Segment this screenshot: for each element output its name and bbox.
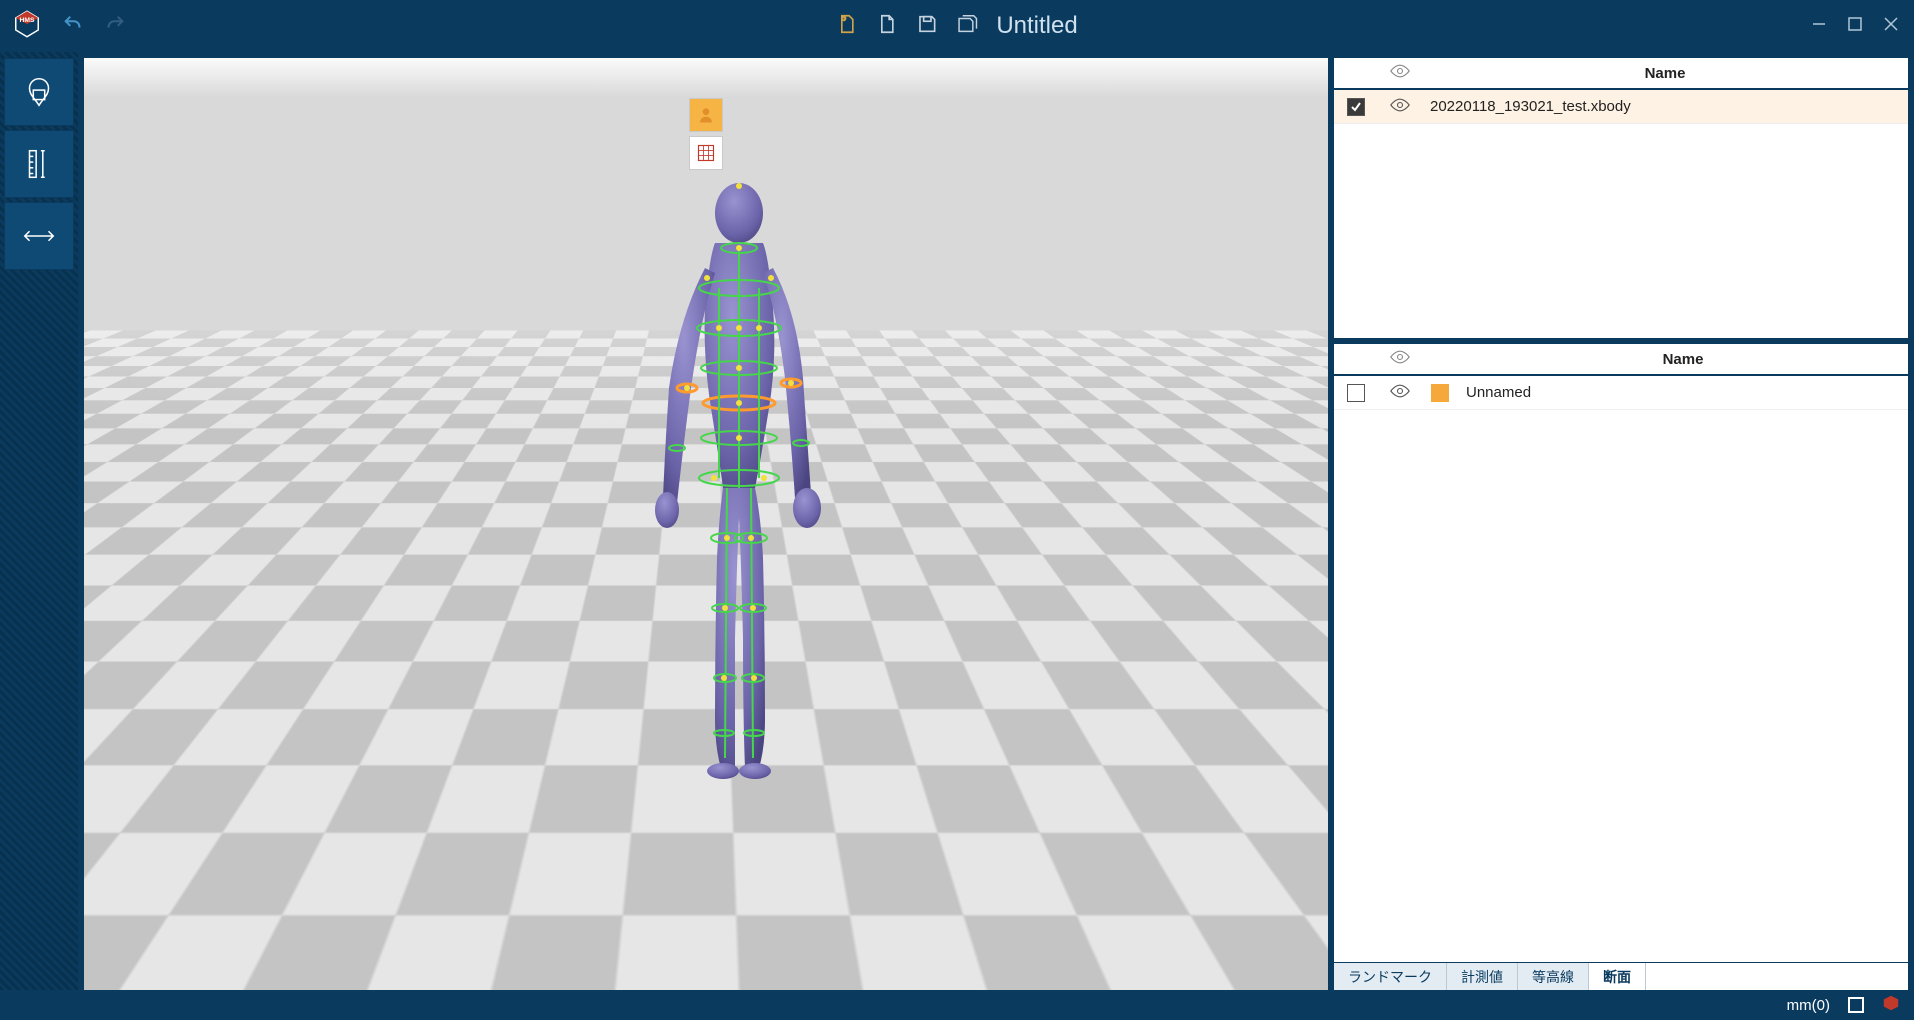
open-file-icon[interactable] [876, 13, 898, 40]
status-bar: mm(0) [0, 990, 1914, 1020]
row-checkbox[interactable] [1347, 98, 1365, 116]
titlebar: HMS + Untitled [0, 0, 1914, 52]
svg-text:HMS: HMS [20, 16, 35, 23]
section-list-panel: Name Unnamed ランドマーク 計測値 等高線 断面 [1334, 344, 1908, 990]
body-list-row[interactable]: 20220118_193021_test.xbody [1334, 90, 1908, 124]
tab-section[interactable]: 断面 [1589, 963, 1646, 990]
section-list-row[interactable]: Unnamed [1334, 376, 1908, 410]
row-checkbox[interactable] [1347, 384, 1365, 402]
document-title: Untitled [996, 12, 1077, 40]
row-name: Unnamed [1458, 384, 1908, 401]
undo-icon[interactable] [62, 13, 84, 40]
panel-tabs: ランドマーク 計測値 等高線 断面 [1334, 962, 1908, 990]
tool-stretch[interactable] [4, 202, 74, 270]
viewport-tool-avatar[interactable] [689, 98, 723, 132]
tool-ruler[interactable] [4, 130, 74, 198]
app-logo-icon: HMS [12, 9, 42, 44]
status-app-icon[interactable] [1882, 994, 1900, 1016]
row-name: 20220118_193021_test.xbody [1422, 98, 1908, 115]
minimize-button[interactable] [1812, 17, 1826, 36]
column-header-name: Name [1458, 351, 1908, 368]
viewport-tool-grid[interactable] [689, 136, 723, 170]
svg-text:R: R [1265, 904, 1279, 926]
eye-icon [1390, 64, 1410, 82]
color-swatch[interactable] [1431, 384, 1449, 402]
tool-measure-body[interactable] [4, 58, 74, 126]
body-list-panel: Name 20220118_193021_test.xbody [1334, 58, 1908, 338]
orientation-cube[interactable]: F R [1208, 880, 1298, 970]
tab-measurement[interactable]: 計測値 [1447, 963, 1518, 990]
tab-landmark[interactable]: ランドマーク [1334, 963, 1447, 990]
svg-text:+: + [842, 16, 845, 21]
eye-icon[interactable] [1390, 384, 1410, 402]
new-file-icon[interactable]: + [836, 13, 858, 40]
save-as-icon[interactable] [956, 13, 978, 40]
close-button[interactable] [1884, 17, 1898, 36]
status-toggle-box[interactable] [1848, 997, 1864, 1013]
body-model[interactable] [619, 178, 859, 788]
svg-text:F: F [1240, 910, 1252, 932]
right-panel: Name 20220118_193021_test.xbody [1334, 52, 1914, 990]
left-toolbar [0, 52, 78, 990]
column-header-name: Name [1422, 65, 1908, 82]
eye-icon [1390, 350, 1410, 368]
eye-icon[interactable] [1390, 98, 1410, 116]
redo-icon [104, 13, 126, 40]
maximize-button[interactable] [1848, 17, 1862, 36]
save-icon[interactable] [916, 13, 938, 40]
unit-label[interactable]: mm(0) [1787, 997, 1830, 1014]
tab-contour[interactable]: 等高線 [1518, 963, 1589, 990]
viewport-3d[interactable]: F R [84, 58, 1328, 990]
